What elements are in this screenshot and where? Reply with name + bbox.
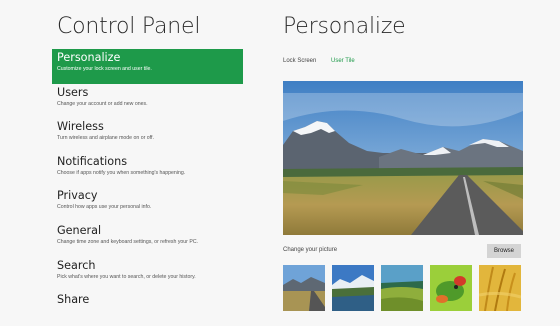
nav-item-share[interactable]: Share — [52, 291, 243, 326]
nav-item-description: Turn wireless and airplane mode on or of… — [57, 135, 154, 142]
nav-item-label: General — [57, 223, 102, 237]
nav-item-description: Pick what's where you want to search, or… — [57, 273, 196, 280]
thumbnail-lake-mountains[interactable] — [332, 265, 374, 311]
thumbnail-image — [430, 265, 472, 311]
thumbnail-image — [381, 265, 423, 311]
nav-item-description: Choose if apps notify you when something… — [57, 169, 186, 176]
nav-item-personalize[interactable]: Personalize Customize your lock screen a… — [52, 49, 243, 84]
lock-screen-preview-image — [283, 81, 523, 235]
thumbnail-golden-grass[interactable] — [479, 265, 521, 311]
nav-item-search[interactable]: Search Pick what's where you want to sea… — [52, 257, 243, 292]
thumbnail-image — [479, 265, 521, 311]
nav-item-label: Share — [57, 293, 90, 307]
thumbnail-green-hills[interactable] — [381, 265, 423, 311]
nav-item-label: Personalize — [57, 51, 121, 64]
tab-user-tile[interactable]: User Tile — [331, 58, 355, 64]
nav-item-label: Search — [57, 258, 96, 272]
nav-item-users[interactable]: Users Change your account or add new one… — [52, 84, 243, 119]
thumbnail-image — [283, 265, 325, 311]
personalize-title: Personalize — [283, 14, 406, 39]
tab-lock-screen[interactable]: Lock Screen — [283, 58, 316, 64]
nav-item-privacy[interactable]: Privacy Control how apps use your person… — [52, 187, 243, 222]
change-picture-label: Change your picture — [283, 247, 338, 253]
nav-item-description: Control how apps use your personal info. — [57, 204, 152, 211]
thumbnail-frog[interactable] — [430, 265, 472, 311]
nav-item-label: Privacy — [57, 189, 98, 203]
nav-item-label: Wireless — [57, 120, 104, 134]
nav-item-description: Change time zone and keyboard settings, … — [57, 238, 199, 245]
nav-item-description: Customize your lock screen and user tile… — [57, 66, 152, 72]
thumbnail-image — [332, 265, 374, 311]
nav-item-label: Notifications — [57, 154, 128, 168]
settings-nav: Personalize Customize your lock screen a… — [52, 49, 243, 326]
nav-item-label: Users — [57, 85, 89, 99]
nav-item-wireless[interactable]: Wireless Turn wireless and airplane mode… — [52, 118, 243, 153]
nav-item-general[interactable]: General Change time zone and keyboard se… — [52, 222, 243, 257]
thumbnail-mountain-road[interactable] — [283, 265, 325, 311]
control-panel-title: Control Panel — [57, 14, 201, 39]
mountain-road-landscape — [283, 81, 523, 235]
nav-item-notifications[interactable]: Notifications Choose if apps notify you … — [52, 153, 243, 188]
nav-item-description: Change your account or add new ones. — [57, 100, 148, 107]
browse-button[interactable]: Browse — [487, 244, 521, 258]
